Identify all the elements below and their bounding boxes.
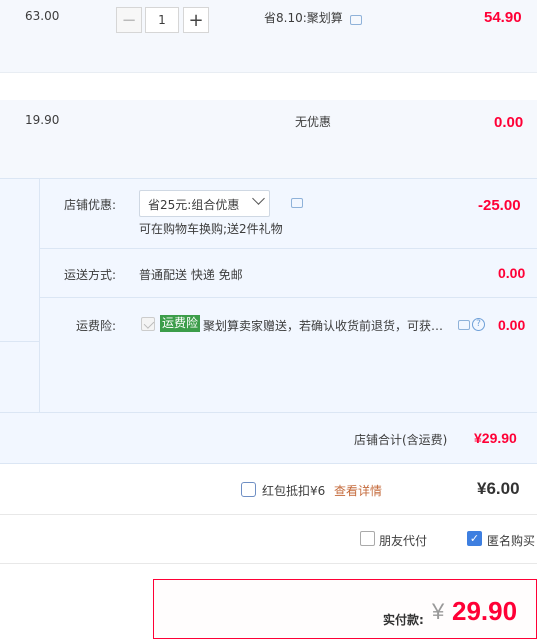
payment-label: 实付款:	[383, 613, 424, 627]
friend-pay-checkbox[interactable]	[360, 531, 375, 546]
section-divider	[39, 178, 40, 412]
redpacket-checkbox[interactable]	[241, 482, 256, 497]
shop-discount-label: 店铺优惠:	[64, 198, 117, 212]
insurance-label: 运费险:	[76, 319, 117, 333]
item-total: 54.90	[484, 9, 522, 26]
shipping-value: 普通配送 快递 免邮	[139, 268, 243, 282]
redpacket-label: 红包抵扣¥6	[262, 484, 326, 498]
message-icon[interactable]	[458, 320, 470, 330]
quantity-decrease-button[interactable]: −	[116, 7, 142, 33]
insurance-amount: 0.00	[498, 317, 526, 333]
shop-total-label: 店铺合计(含运费)	[354, 433, 448, 447]
section-divider	[0, 514, 537, 515]
anonymous-label: 匿名购买	[487, 534, 536, 548]
section-divider	[0, 563, 537, 564]
shop-discount-select-value: 省25元:组合优惠	[148, 198, 240, 212]
item-discount-text: 省8.10:聚划算	[264, 11, 343, 25]
redpacket-details-link[interactable]: 查看详情	[334, 482, 382, 499]
order-item-row	[0, 100, 537, 178]
section-divider	[40, 248, 537, 249]
section-divider	[0, 412, 537, 413]
quantity-increase-button[interactable]: +	[183, 7, 209, 33]
anonymous-checkbox[interactable]: ✓	[467, 531, 482, 546]
item-discount-text: 无优惠	[295, 115, 332, 129]
redpacket-amount: ¥6.00	[477, 479, 520, 498]
shop-discount-amount: -25.00	[478, 197, 521, 214]
shop-total-value: ¥29.90	[474, 430, 517, 446]
insurance-checkbox	[141, 317, 155, 331]
message-icon[interactable]	[350, 15, 362, 25]
shipping-amount: 0.00	[498, 265, 526, 281]
quantity-input[interactable]: 1	[145, 7, 179, 33]
insurance-description: 聚划算卖家赠送，若确认收货前退货，可获…	[203, 319, 444, 333]
check-icon	[143, 318, 155, 329]
shop-discount-select[interactable]: 省25元:组合优惠	[139, 190, 270, 217]
shipping-label: 运送方式:	[64, 268, 117, 282]
chevron-down-icon	[252, 192, 265, 205]
payment-currency: ¥	[432, 599, 445, 624]
message-icon[interactable]	[291, 198, 303, 208]
payment-amount: 29.90	[452, 596, 518, 626]
item-price: 63.00	[25, 9, 60, 23]
item-total: 0.00	[494, 114, 524, 131]
insurance-tag: 运费险	[160, 315, 201, 332]
help-icon[interactable]: ?	[472, 318, 485, 331]
section-divider	[0, 341, 39, 342]
section-divider	[40, 297, 537, 298]
friend-pay-label: 朋友代付	[379, 534, 428, 548]
shop-discount-note: 可在购物车换购;送2件礼物	[139, 222, 283, 236]
item-price: 19.90	[25, 113, 60, 127]
